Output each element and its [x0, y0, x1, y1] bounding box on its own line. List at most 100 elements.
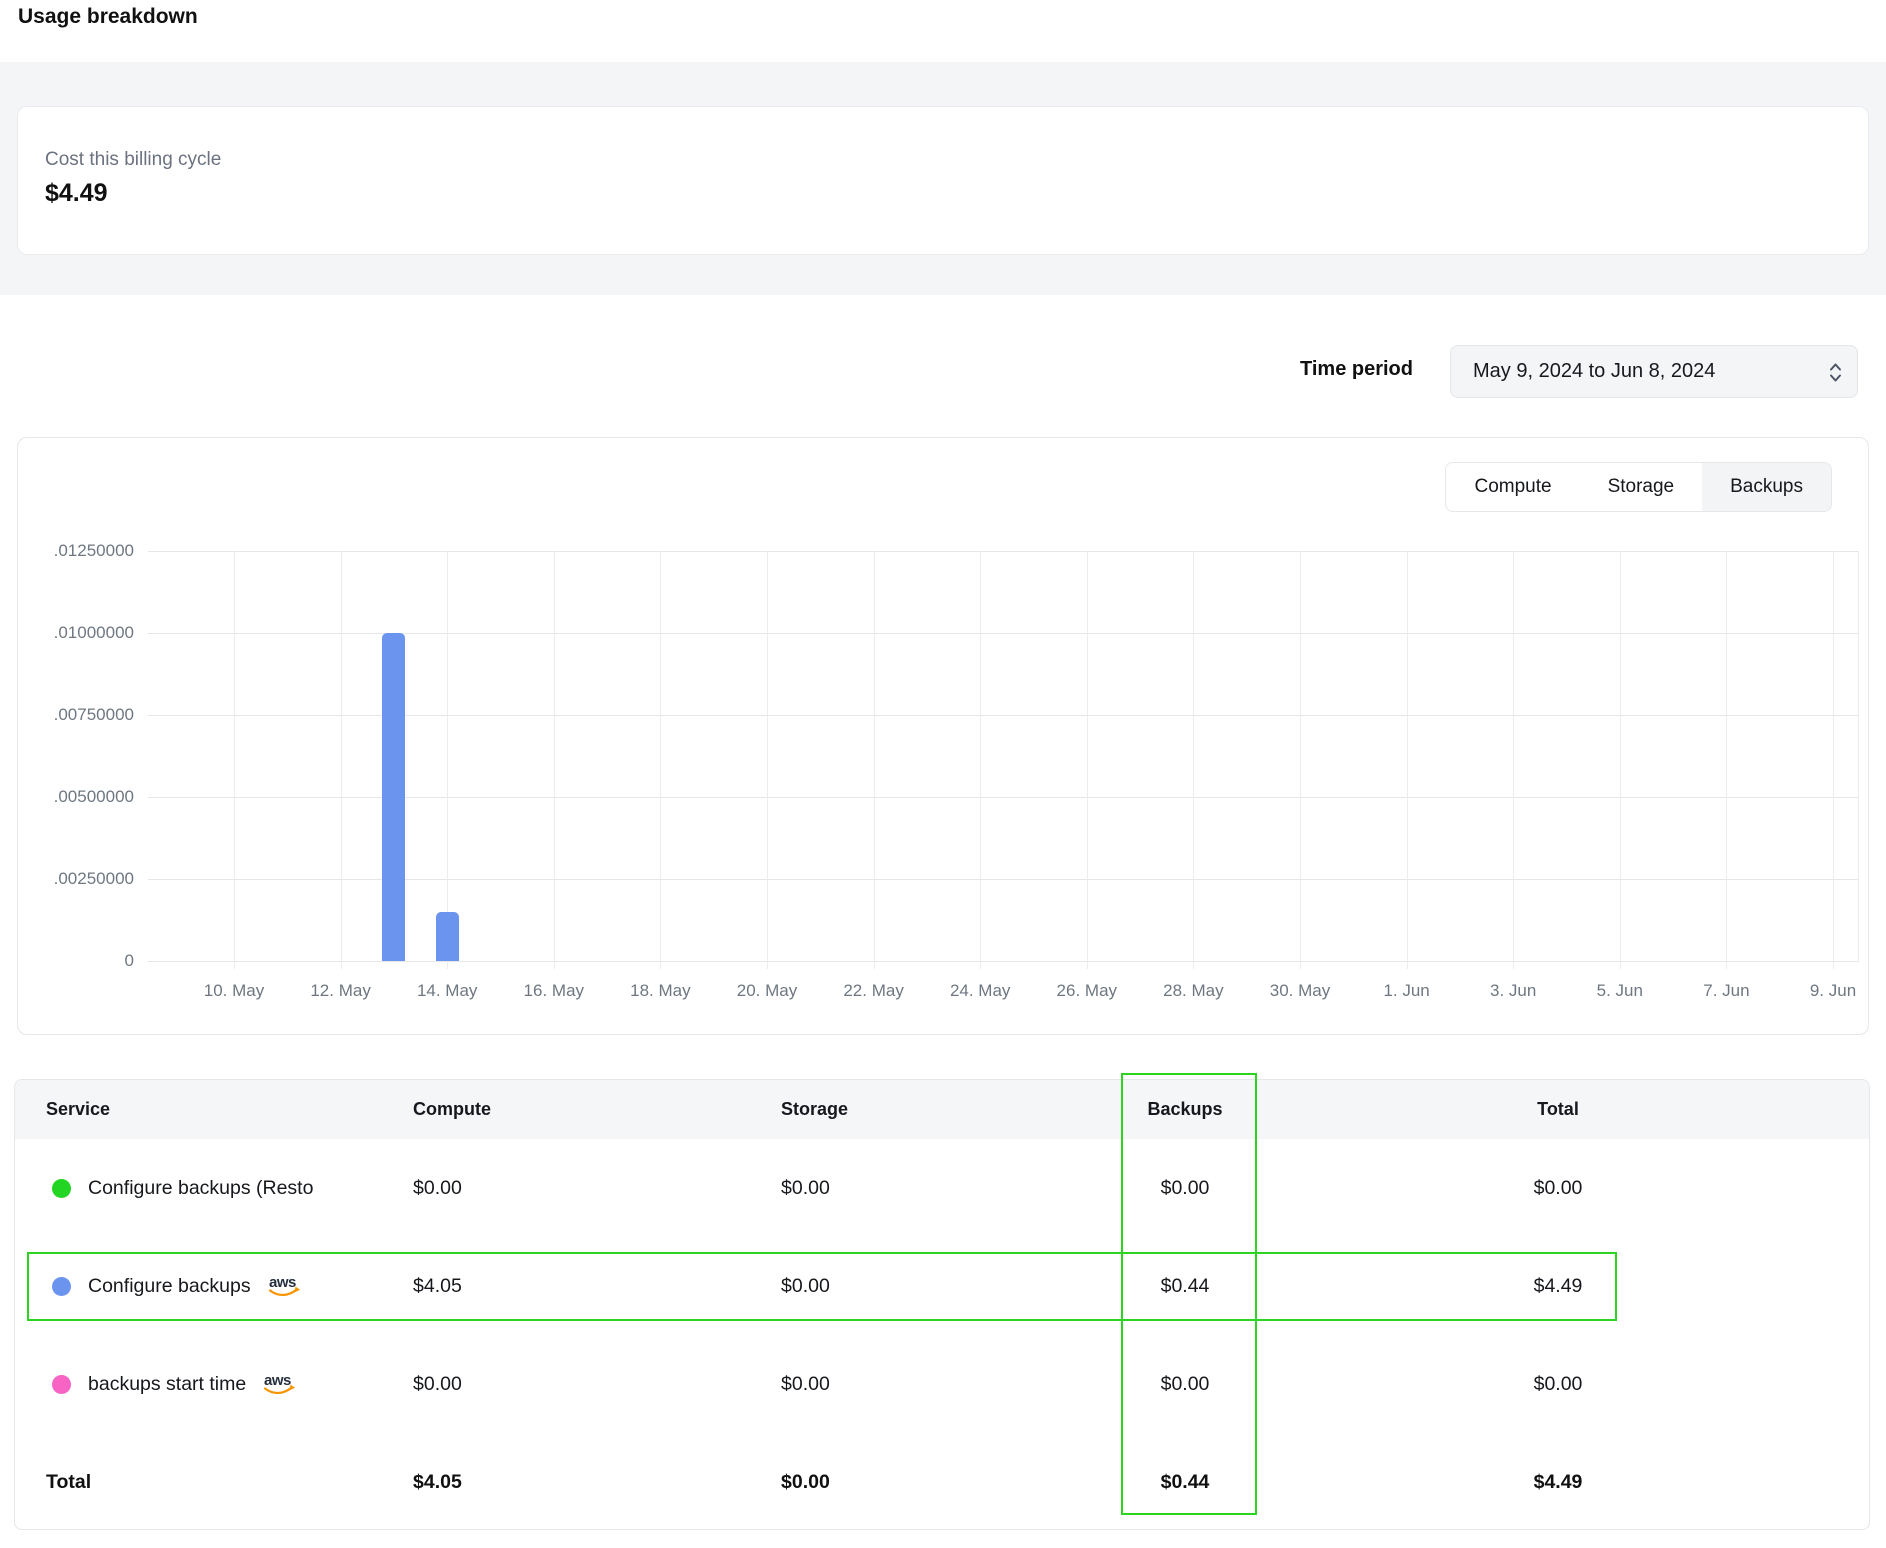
bar-chart: .01250000.01000000.00750000.00500000.002…: [158, 551, 1859, 961]
up-down-chevron-icon: [1828, 361, 1843, 384]
storage-cost: $0.00: [781, 1177, 1115, 1200]
x-tick-label: 9. Jun: [1773, 981, 1886, 1001]
x-tick-label: 24. May: [920, 981, 1040, 1001]
x-gridline: [447, 551, 448, 969]
x-tick-label: 30. May: [1240, 981, 1360, 1001]
time-period-label: Time period: [1300, 358, 1413, 381]
total-cost: $0.00: [1255, 1177, 1861, 1200]
x-gridline: [554, 551, 555, 969]
x-tick-label: 26. May: [1027, 981, 1147, 1001]
chart-metric-tabs: ComputeStorageBackups: [1445, 462, 1832, 512]
y-tick-label: .00750000: [14, 705, 134, 725]
service-cell: backups start time aws: [15, 1371, 413, 1397]
column-header-compute: Compute: [413, 1099, 781, 1120]
billing-summary-section: Cost this billing cycle $4.49: [0, 62, 1886, 295]
total-row-label: Total: [15, 1471, 413, 1494]
usage-breakdown-page: Usage breakdown Cost this billing cycle …: [0, 0, 1886, 1548]
x-gridline: [341, 551, 342, 969]
total-cost: $0.00: [1255, 1373, 1861, 1396]
y-gridline: [148, 961, 1859, 962]
column-header-storage: Storage: [781, 1099, 1115, 1120]
billing-cycle-amount: $4.49: [45, 179, 108, 208]
x-gridline: [1513, 551, 1514, 969]
total-backups: $0.44: [1115, 1471, 1255, 1494]
x-tick-label: 16. May: [494, 981, 614, 1001]
y-tick-label: .01250000: [14, 541, 134, 561]
x-tick-label: 3. Jun: [1453, 981, 1573, 1001]
billing-cycle-card: Cost this billing cycle $4.49: [17, 106, 1869, 255]
backups-cost: $0.00: [1115, 1373, 1255, 1396]
tab-backups[interactable]: Backups: [1702, 463, 1831, 511]
compute-cost: $4.05: [413, 1275, 781, 1298]
table-header-row: ServiceComputeStorageBackupsTotal: [15, 1080, 1869, 1139]
x-gridline: [234, 551, 235, 969]
billing-cycle-label: Cost this billing cycle: [45, 149, 221, 171]
x-gridline: [1193, 551, 1194, 969]
x-gridline: [1407, 551, 1408, 969]
x-gridline: [1087, 551, 1088, 969]
x-gridline: [980, 551, 981, 969]
bar-13-may: [382, 633, 405, 961]
x-tick-label: 10. May: [174, 981, 294, 1001]
y-tick-label: .01000000: [14, 623, 134, 643]
aws-logo-icon: aws: [261, 1371, 299, 1397]
service-cell: Configure backups (Resto: [15, 1177, 413, 1200]
y-gridline: [148, 551, 1859, 552]
tab-compute[interactable]: Compute: [1446, 463, 1579, 511]
blue-dot-icon: [52, 1277, 71, 1296]
table-row: Configure backups (Resto$0.00$0.00$0.00$…: [15, 1139, 1869, 1237]
aws-logo-icon: aws: [266, 1273, 304, 1299]
x-gridline: [1833, 551, 1834, 969]
x-tick-label: 12. May: [281, 981, 401, 1001]
y-gridline: [148, 633, 1859, 634]
column-header-total: Total: [1255, 1099, 1861, 1120]
x-gridline: [767, 551, 768, 969]
x-tick-label: 22. May: [814, 981, 934, 1001]
backups-cost: $0.44: [1115, 1275, 1255, 1298]
x-gridline: [874, 551, 875, 969]
tab-storage[interactable]: Storage: [1580, 463, 1703, 511]
compute-cost: $0.00: [413, 1373, 781, 1396]
total-storage: $0.00: [781, 1471, 1115, 1494]
usage-table: ServiceComputeStorageBackupsTotalConfigu…: [14, 1079, 1870, 1530]
table-row: backups start timeaws$0.00$0.00$0.00$0.0…: [15, 1335, 1869, 1433]
x-gridline: [660, 551, 661, 969]
usage-chart-card: ComputeStorageBackups .01250000.01000000…: [17, 437, 1869, 1035]
backups-cost: $0.00: [1115, 1177, 1255, 1200]
x-gridline: [1300, 551, 1301, 969]
x-tick-label: 28. May: [1133, 981, 1253, 1001]
plot-right-border: [1858, 551, 1859, 961]
pink-dot-icon: [52, 1375, 71, 1394]
svg-text:aws: aws: [269, 1274, 296, 1291]
y-tick-label: 0: [14, 951, 134, 971]
x-gridline: [1726, 551, 1727, 969]
bar-14-may: [436, 912, 459, 961]
service-name: Configure backups: [88, 1275, 251, 1298]
x-tick-label: 1. Jun: [1347, 981, 1467, 1001]
service-name: Configure backups (Resto: [88, 1177, 313, 1200]
svg-text:aws: aws: [264, 1372, 291, 1389]
green-dot-icon: [52, 1179, 71, 1198]
time-period-select[interactable]: May 9, 2024 to Jun 8, 2024: [1450, 345, 1858, 398]
x-tick-label: 7. Jun: [1666, 981, 1786, 1001]
table-total-row: Total$4.05$0.00$0.44$4.49: [15, 1433, 1869, 1530]
service-name: backups start time: [88, 1373, 246, 1396]
x-tick-label: 18. May: [600, 981, 720, 1001]
x-tick-label: 20. May: [707, 981, 827, 1001]
page-title: Usage breakdown: [18, 5, 198, 29]
time-period-value: May 9, 2024 to Jun 8, 2024: [1473, 360, 1715, 383]
total-overall: $4.49: [1255, 1471, 1861, 1494]
column-header-service: Service: [15, 1099, 413, 1120]
x-tick-label: 5. Jun: [1560, 981, 1680, 1001]
total-cost: $4.49: [1255, 1275, 1861, 1298]
service-cell: Configure backups aws: [15, 1273, 413, 1299]
column-header-backups: Backups: [1115, 1099, 1255, 1120]
storage-cost: $0.00: [781, 1275, 1115, 1298]
x-tick-label: 14. May: [387, 981, 507, 1001]
storage-cost: $0.00: [781, 1373, 1115, 1396]
y-tick-label: .00500000: [14, 787, 134, 807]
total-compute: $4.05: [413, 1471, 781, 1494]
y-tick-label: .00250000: [14, 869, 134, 889]
compute-cost: $0.00: [413, 1177, 781, 1200]
x-gridline: [1620, 551, 1621, 969]
